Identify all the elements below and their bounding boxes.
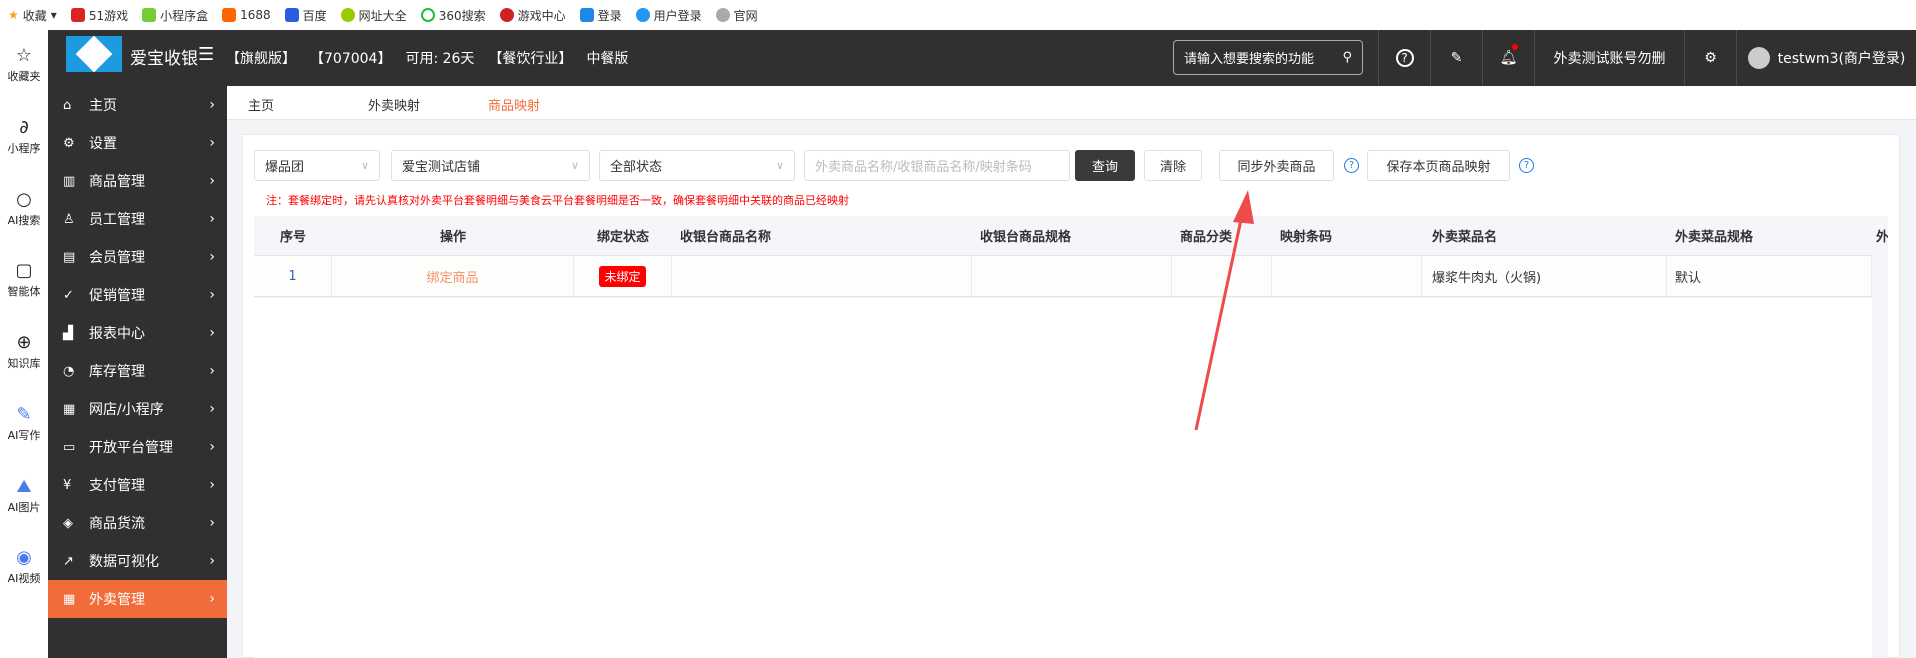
- arrow-head: [1233, 190, 1254, 224]
- arrow-shaft: [1194, 214, 1244, 431]
- annotation-arrow: [1194, 190, 1254, 431]
